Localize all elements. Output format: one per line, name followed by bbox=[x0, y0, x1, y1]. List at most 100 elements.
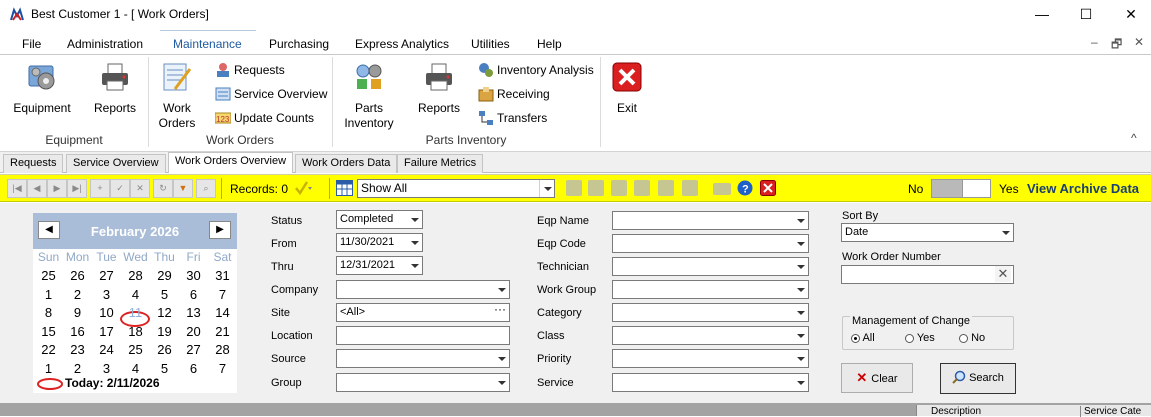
tab-work-orders-overview[interactable]: Work Orders Overview bbox=[168, 152, 294, 173]
last-record-icon[interactable]: ▶| bbox=[67, 179, 87, 198]
menu-administration[interactable]: Administration bbox=[67, 37, 143, 51]
calendar-day[interactable]: 28 bbox=[208, 342, 237, 357]
from-date-picker[interactable]: 11/30/2021 bbox=[336, 233, 423, 252]
next-record-icon[interactable]: ▶ bbox=[47, 179, 67, 198]
service-overview-button[interactable]: Service Overview bbox=[215, 85, 327, 103]
calendar-day[interactable]: 30 bbox=[179, 268, 208, 283]
search-button[interactable]: Search bbox=[940, 363, 1016, 394]
menu-express-analytics[interactable]: Express Analytics bbox=[355, 37, 449, 51]
calendar-day[interactable]: 13 bbox=[179, 305, 208, 320]
mdi-minimize-button[interactable]: – bbox=[1091, 35, 1098, 49]
eqp-code-select[interactable] bbox=[612, 234, 809, 253]
calendar-day[interactable]: 5 bbox=[150, 287, 179, 302]
maximize-button[interactable]: ☐ bbox=[1063, 0, 1109, 30]
checkmark-dropdown-icon[interactable] bbox=[295, 180, 313, 196]
calendar-day[interactable]: 7 bbox=[208, 361, 237, 376]
class-select[interactable] bbox=[612, 326, 809, 345]
technician-select[interactable] bbox=[612, 257, 809, 276]
clear-button[interactable]: ✕ Clear bbox=[841, 363, 913, 393]
calendar-day[interactable]: 27 bbox=[92, 268, 121, 283]
calendar-day[interactable]: 1 bbox=[34, 287, 63, 302]
transfers-button[interactable]: Transfers bbox=[478, 109, 547, 127]
site-picker[interactable]: <All> ··· bbox=[336, 301, 510, 322]
menu-maintenance[interactable]: Maintenance bbox=[173, 37, 242, 51]
update-counts-button[interactable]: 123 Update Counts bbox=[215, 109, 314, 127]
calendar-day[interactable]: 19 bbox=[150, 324, 179, 339]
calendar-day[interactable]: 17 bbox=[92, 324, 121, 339]
location-input[interactable] bbox=[336, 326, 510, 345]
receiving-button[interactable]: Receiving bbox=[478, 85, 550, 103]
prev-record-icon[interactable]: ◀ bbox=[27, 179, 47, 198]
form-icon[interactable] bbox=[588, 180, 604, 196]
priority-select[interactable] bbox=[612, 349, 809, 368]
add-record-icon[interactable]: + bbox=[90, 179, 110, 198]
moc-no-radio[interactable]: No bbox=[959, 332, 985, 344]
find-icon[interactable]: ⌕ bbox=[196, 179, 216, 198]
menu-help[interactable]: Help bbox=[537, 37, 562, 51]
copy-icon[interactable] bbox=[566, 180, 582, 196]
calendar-day[interactable]: 21 bbox=[208, 324, 237, 339]
minimize-button[interactable]: — bbox=[1019, 0, 1065, 30]
calendar-today-label[interactable]: Today: 2/11/2026 bbox=[37, 376, 160, 390]
menu-file[interactable]: File bbox=[22, 37, 41, 51]
calendar-day[interactable]: 6 bbox=[179, 287, 208, 302]
menu-utilities[interactable]: Utilities bbox=[471, 37, 510, 51]
inventory-analysis-button[interactable]: Inventory Analysis bbox=[478, 61, 594, 79]
group-select[interactable] bbox=[336, 373, 510, 392]
calendar-day[interactable]: 15 bbox=[34, 324, 63, 339]
help-icon[interactable]: ? bbox=[737, 180, 753, 196]
email-icon[interactable] bbox=[713, 183, 731, 195]
calendar-day[interactable]: 16 bbox=[63, 324, 92, 339]
grid-header-service-category[interactable]: Service Cate bbox=[1080, 406, 1141, 417]
service-select[interactable] bbox=[612, 373, 809, 392]
tab-work-orders-data[interactable]: Work Orders Data bbox=[295, 154, 398, 173]
calendar-day[interactable]: 26 bbox=[63, 268, 92, 283]
exit-button[interactable]: Exit bbox=[606, 61, 648, 116]
moc-yes-radio[interactable]: Yes bbox=[905, 332, 935, 344]
calendar-day[interactable]: 9 bbox=[63, 305, 92, 320]
calendar-day[interactable]: 26 bbox=[150, 342, 179, 357]
calendar-day[interactable]: 10 bbox=[92, 305, 121, 320]
menu-purchasing[interactable]: Purchasing bbox=[269, 37, 329, 51]
clear-field-icon[interactable]: ✕ bbox=[995, 266, 1011, 282]
calendar-day[interactable]: 31 bbox=[208, 268, 237, 283]
cancel-record-icon[interactable]: ✕ bbox=[130, 179, 150, 198]
calendar-day[interactable]: 6 bbox=[179, 361, 208, 376]
close-view-icon[interactable] bbox=[760, 180, 776, 196]
calendar-day[interactable]: 8 bbox=[34, 305, 63, 320]
calendar-day[interactable]: 18 bbox=[121, 324, 150, 339]
save-record-icon[interactable]: ✓ bbox=[110, 179, 130, 198]
filter-icon[interactable]: ▼ bbox=[173, 179, 193, 198]
refresh-icon[interactable]: ↻ bbox=[153, 179, 173, 198]
ellipsis-icon[interactable]: ··· bbox=[494, 301, 506, 318]
work-orders-button[interactable]: Work Orders bbox=[154, 61, 200, 131]
eqp-name-select[interactable] bbox=[612, 211, 809, 230]
import-icon[interactable] bbox=[658, 180, 674, 196]
print-icon[interactable] bbox=[682, 180, 698, 196]
sort-by-select[interactable]: Date bbox=[841, 223, 1014, 242]
moc-all-radio[interactable]: All bbox=[851, 332, 875, 344]
first-record-icon[interactable]: |◀ bbox=[7, 179, 27, 198]
status-select[interactable]: Completed bbox=[336, 210, 423, 229]
category-select[interactable] bbox=[612, 303, 809, 322]
mdi-close-button[interactable]: ✕ bbox=[1134, 35, 1144, 49]
company-select[interactable] bbox=[336, 280, 510, 299]
ribbon-collapse-icon[interactable]: ^ bbox=[1131, 131, 1137, 145]
work-order-number-input[interactable]: ✕ bbox=[841, 265, 1014, 284]
calendar-day[interactable]: 2 bbox=[63, 361, 92, 376]
calendar-day[interactable]: 4 bbox=[121, 287, 150, 302]
calendar-day[interactable]: 4 bbox=[121, 361, 150, 376]
calendar-day[interactable]: 14 bbox=[208, 305, 237, 320]
calendar-day[interactable]: 25 bbox=[121, 342, 150, 357]
calendar-day[interactable]: 3 bbox=[92, 287, 121, 302]
tab-service-overview[interactable]: Service Overview bbox=[66, 154, 166, 173]
grid-view-icon[interactable] bbox=[336, 180, 353, 196]
calendar-day[interactable]: 24 bbox=[92, 342, 121, 357]
thru-date-picker[interactable]: 12/31/2021 bbox=[336, 256, 423, 275]
equipment-button[interactable]: Equipment bbox=[8, 61, 76, 116]
calendar-day[interactable]: 3 bbox=[92, 361, 121, 376]
calendar-day[interactable]: 29 bbox=[150, 268, 179, 283]
grid-header-description[interactable]: Description bbox=[931, 406, 981, 417]
calendar-day[interactable]: 5 bbox=[150, 361, 179, 376]
parts-reports-button[interactable]: Reports bbox=[412, 61, 466, 116]
